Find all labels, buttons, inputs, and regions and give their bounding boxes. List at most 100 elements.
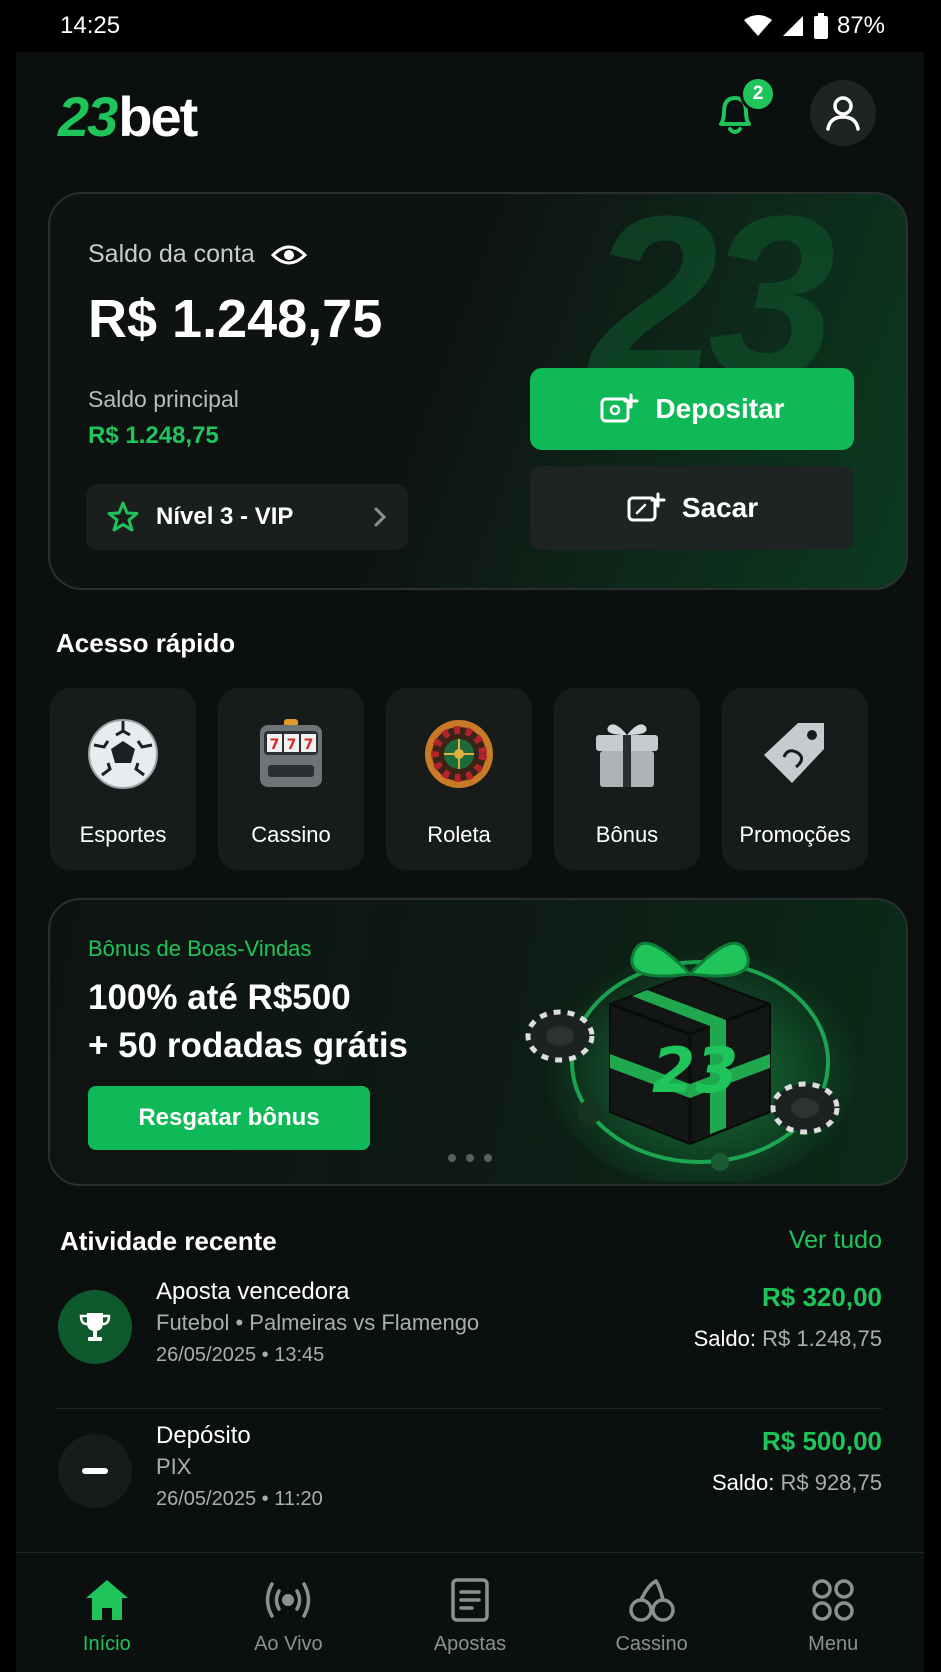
promo-line-1: 100% até R$500 bbox=[88, 978, 351, 1017]
quick-access-promotions[interactable]: Promoções bbox=[722, 688, 868, 870]
bottom-navigation: Início Ao Vivo Apostas Cassino Menu bbox=[16, 1552, 924, 1672]
carousel-dot[interactable] bbox=[466, 1154, 474, 1162]
live-icon bbox=[263, 1575, 313, 1625]
quick-access-roulette[interactable]: Roleta bbox=[386, 688, 532, 870]
eye-icon[interactable] bbox=[270, 243, 307, 267]
promo-kicker: Bônus de Boas-Vindas bbox=[88, 936, 312, 961]
carousel-dot[interactable] bbox=[484, 1154, 492, 1162]
svg-text:7: 7 bbox=[304, 737, 314, 753]
grid-icon bbox=[808, 1575, 858, 1625]
cherry-icon bbox=[627, 1575, 677, 1625]
claim-bonus-button[interactable]: Resgatar bônus bbox=[88, 1086, 370, 1150]
quick-access-title: Acesso rápido bbox=[56, 628, 236, 658]
activity-item[interactable]: Depósito PIX 26/05/2025 • 11:20 R$ 500,0… bbox=[56, 1416, 882, 1548]
chevron-right-icon bbox=[374, 507, 387, 527]
withdraw-button[interactable]: Sacar bbox=[530, 466, 854, 550]
main-balance-value: R$ 1.248,75 bbox=[88, 422, 219, 449]
activity-datetime: 26/05/2025 • 11:20 bbox=[156, 1488, 323, 1510]
battery-percent: 87% bbox=[836, 12, 885, 39]
profile-button[interactable] bbox=[810, 80, 876, 146]
nav-label: Cassino bbox=[615, 1633, 688, 1655]
battery-icon bbox=[813, 13, 828, 39]
activity-title: Aposta vencedora bbox=[156, 1278, 350, 1305]
balance-card: 23 Saldo da conta R$ 1.248,75 Saldo prin… bbox=[48, 192, 908, 590]
withdraw-icon bbox=[627, 492, 666, 522]
nav-live[interactable]: Ao Vivo bbox=[198, 1553, 380, 1672]
notification-badge: 2 bbox=[740, 76, 776, 112]
quick-access-list: Esportes 7 7 7 Cassino Roleta Bônus Prom… bbox=[50, 688, 868, 870]
deposit-icon bbox=[600, 393, 639, 423]
quick-access-label: Cassino bbox=[251, 822, 331, 847]
slot-machine-icon: 7 7 7 bbox=[253, 716, 329, 792]
logo-number: 23 bbox=[58, 85, 118, 148]
activity-balance-label: Saldo: bbox=[693, 1326, 756, 1351]
bets-icon bbox=[445, 1575, 495, 1625]
activity-balance-value: R$ 928,75 bbox=[780, 1470, 882, 1495]
svg-text:7: 7 bbox=[270, 737, 280, 753]
quick-access-label: Promoções bbox=[739, 822, 851, 847]
welcome-bonus-banner[interactable]: Bônus de Boas-Vindas 100% até R$500 + 50… bbox=[48, 898, 908, 1186]
status-icons: 87% bbox=[743, 12, 885, 40]
activity-amount: R$ 500,00 bbox=[762, 1426, 882, 1456]
deposit-button[interactable]: Depositar bbox=[530, 368, 854, 450]
carousel-indicator[interactable] bbox=[448, 1154, 492, 1162]
activity-subtitle: PIX bbox=[156, 1454, 192, 1479]
quick-access-bonus[interactable]: Bônus bbox=[554, 688, 700, 870]
nav-label: Menu bbox=[808, 1633, 859, 1655]
balance-label-row: Saldo da conta bbox=[88, 240, 307, 269]
activity-divider bbox=[56, 1408, 882, 1409]
activity-balance: Saldo: R$ 928,75 bbox=[712, 1470, 882, 1496]
gift-box-illustration: 23 bbox=[525, 937, 860, 1182]
balance-label: Saldo da conta bbox=[88, 240, 255, 268]
roulette-icon bbox=[421, 716, 497, 792]
activity-datetime: 26/05/2025 • 13:45 bbox=[156, 1344, 325, 1366]
status-time: 14:25 bbox=[60, 12, 121, 39]
home-icon bbox=[82, 1575, 132, 1625]
app-header: 23 bet 2 bbox=[16, 52, 924, 182]
minus-icon bbox=[58, 1434, 132, 1508]
trophy-icon bbox=[58, 1290, 132, 1364]
deposit-label: Depositar bbox=[655, 393, 785, 424]
app-screen: 23 bet 2 23 Saldo da conta R$ 1.248,75 S… bbox=[16, 52, 924, 1672]
activity-amount: R$ 320,00 bbox=[762, 1282, 882, 1312]
activity-balance-value: R$ 1.248,75 bbox=[762, 1326, 882, 1351]
gift-icon bbox=[589, 716, 665, 792]
promo-headline: 100% até R$500 + 50 rodadas grátis bbox=[88, 974, 408, 1070]
nav-casino[interactable]: Cassino bbox=[561, 1553, 743, 1672]
recent-activity-title: Atividade recente bbox=[60, 1226, 277, 1256]
quick-access-label: Esportes bbox=[79, 822, 167, 847]
quick-access-casino[interactable]: 7 7 7 Cassino bbox=[218, 688, 364, 870]
quick-access-label: Bônus bbox=[595, 822, 659, 847]
gift-logo-mark: 23 bbox=[652, 1034, 738, 1107]
activity-balance: Saldo: R$ 1.248,75 bbox=[694, 1326, 882, 1352]
tag-icon bbox=[757, 716, 833, 792]
main-balance-label: Saldo principal bbox=[88, 386, 239, 412]
notifications-button[interactable]: 2 bbox=[708, 76, 776, 140]
nav-label: Início bbox=[82, 1633, 131, 1655]
star-icon bbox=[107, 501, 139, 532]
activity-balance-label: Saldo: bbox=[711, 1470, 775, 1495]
nav-label: Apostas bbox=[433, 1633, 507, 1655]
nav-menu[interactable]: Menu bbox=[742, 1553, 924, 1672]
nav-label: Ao Vivo bbox=[254, 1633, 323, 1655]
status-bar: 14:25 87% bbox=[0, 0, 941, 52]
balance-amount: R$ 1.248,75 bbox=[88, 289, 383, 349]
signal-icon bbox=[782, 16, 803, 36]
logo-text: bet bbox=[118, 85, 198, 148]
withdraw-label: Sacar bbox=[681, 492, 759, 523]
nav-home[interactable]: Início bbox=[16, 1553, 198, 1672]
vip-level-label: Nível 3 - VIP bbox=[156, 503, 294, 530]
quick-access-sports[interactable]: Esportes bbox=[50, 688, 196, 870]
carousel-dot[interactable] bbox=[448, 1154, 456, 1162]
wifi-icon bbox=[743, 15, 772, 36]
nav-bets[interactable]: Apostas bbox=[379, 1553, 561, 1672]
activity-item[interactable]: Aposta vencedora Futebol • Palmeiras vs … bbox=[56, 1272, 882, 1404]
vip-level-button[interactable]: Nível 3 - VIP bbox=[86, 484, 408, 550]
svg-text:7: 7 bbox=[287, 737, 297, 753]
promo-line-2: + 50 rodadas grátis bbox=[88, 1026, 409, 1065]
see-all-link[interactable]: Ver tudo bbox=[789, 1226, 882, 1255]
user-icon bbox=[826, 96, 860, 131]
activity-subtitle: Futebol • Palmeiras vs Flamengo bbox=[156, 1310, 480, 1335]
soccer-ball-icon bbox=[85, 716, 161, 792]
brand-logo[interactable]: 23 bet bbox=[58, 84, 198, 149]
